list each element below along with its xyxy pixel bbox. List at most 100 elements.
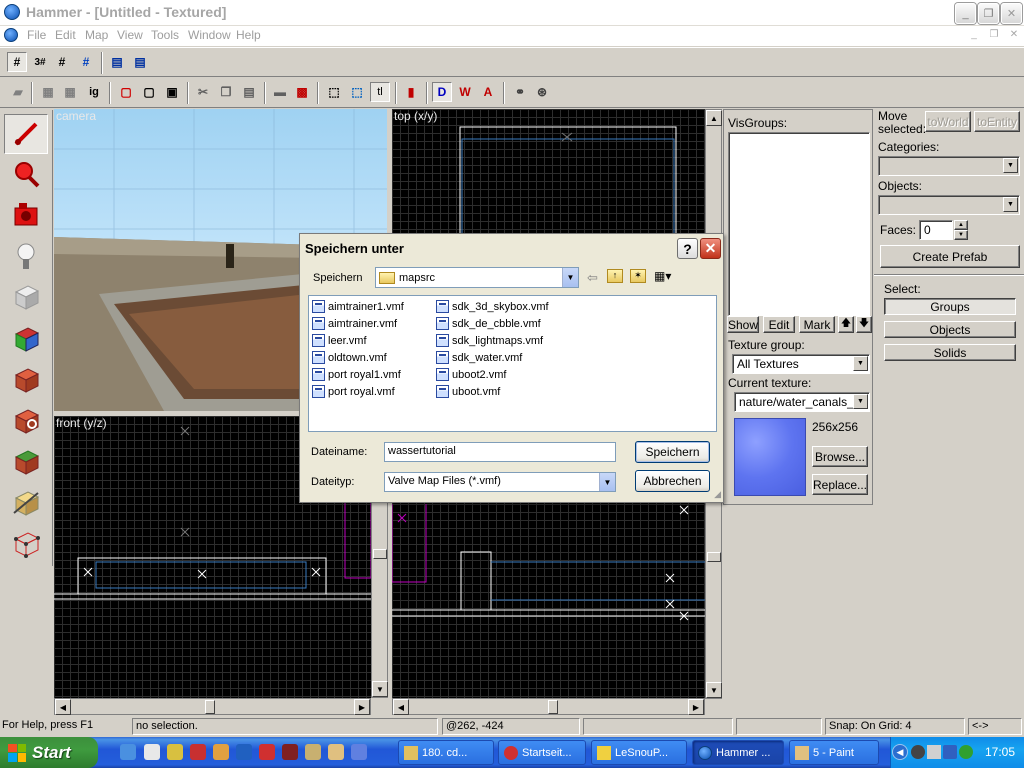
select-solids-button[interactable]: Solids: [884, 344, 1016, 361]
paint-quick-icon[interactable]: [305, 744, 321, 760]
mdi-close-icon[interactable]: ✕: [1006, 29, 1022, 43]
back-icon[interactable]: ⇦: [587, 270, 598, 286]
file-list[interactable]: aimtrainer1.vmf aimtrainer.vmf leer.vmf …: [308, 295, 717, 432]
faces-input[interactable]: 0: [919, 220, 953, 240]
carve-icon[interactable]: ▤: [107, 52, 127, 72]
select-groups-button[interactable]: Groups: [884, 298, 1016, 315]
select-box-icon[interactable]: ⬚: [324, 82, 344, 102]
document-icon[interactable]: [4, 28, 18, 42]
current-texture-select[interactable]: nature/water_canals_w ▼: [734, 392, 870, 412]
checkered-icon[interactable]: ▩: [292, 82, 312, 102]
list-item[interactable]: sdk_water.vmf: [436, 349, 549, 366]
list-item[interactable]: sdk_lightmaps.vmf: [436, 332, 549, 349]
icq-icon[interactable]: [959, 745, 973, 759]
list-item[interactable]: port royal.vmf: [312, 383, 404, 400]
visgroups-edit-button[interactable]: Edit: [763, 316, 795, 333]
restore-button[interactable]: ❐: [978, 3, 999, 24]
visgroups-list[interactable]: [728, 132, 870, 316]
group-selection-icon[interactable]: ▦: [38, 82, 58, 102]
list-item[interactable]: sdk_de_cbble.vmf: [436, 315, 549, 332]
menu-window[interactable]: Window: [188, 28, 231, 42]
texture-lock-toggle-icon[interactable]: tl: [370, 82, 390, 102]
move-up-icon[interactable]: 🡅: [838, 316, 854, 333]
ungroup-icon[interactable]: ▦: [60, 82, 80, 102]
opera-icon[interactable]: [190, 744, 206, 760]
clipping-tool-icon[interactable]: [4, 483, 48, 523]
chevron-down-icon[interactable]: ▼: [1003, 197, 1018, 212]
objects-select[interactable]: ▼: [878, 195, 1020, 215]
radial-icon[interactable]: ⊛: [532, 82, 552, 102]
scroll-down-icon[interactable]: ▼: [372, 681, 388, 697]
list-item[interactable]: port royal1.vmf: [312, 366, 404, 383]
chevron-down-icon[interactable]: ▼: [853, 394, 868, 409]
solid-draw-icon[interactable]: ▬: [270, 82, 290, 102]
start-button[interactable]: Start: [0, 737, 98, 768]
menu-edit[interactable]: Edit: [55, 28, 76, 42]
display-animation-icon[interactable]: A: [478, 82, 498, 102]
visgroups-mark-button[interactable]: Mark: [799, 316, 835, 333]
resize-grip-icon[interactable]: ◢: [714, 489, 721, 500]
select-by-handles-icon[interactable]: ⬚: [347, 82, 367, 102]
network-tray-icon[interactable]: [943, 745, 957, 759]
user-icon[interactable]: [328, 744, 344, 760]
snap-icon[interactable]: ▮: [401, 82, 421, 102]
vertex-tool-icon[interactable]: [4, 524, 48, 564]
close-button[interactable]: ✕: [1001, 3, 1022, 24]
3d-grid-icon[interactable]: 3#: [30, 52, 50, 72]
texture-preview[interactable]: [734, 418, 806, 496]
scroll-down-icon[interactable]: ▼: [706, 682, 722, 698]
filename-input[interactable]: wassertutorial: [384, 442, 616, 462]
tray-expand-icon[interactable]: ◀: [892, 744, 908, 760]
scroll-thumb[interactable]: [205, 700, 215, 714]
task-button-active[interactable]: Hammer ...: [692, 740, 784, 765]
scale-lock-icon[interactable]: ▢: [139, 82, 159, 102]
list-item[interactable]: oldtown.vmf: [312, 349, 404, 366]
scroll-right-icon[interactable]: ▶: [354, 699, 370, 715]
move-down-icon[interactable]: 🡇: [856, 316, 872, 333]
task-button[interactable]: 180. cd...: [398, 740, 494, 765]
grid-toggle-icon[interactable]: #: [7, 52, 27, 72]
save-in-select[interactable]: mapsrc ▼: [375, 267, 579, 288]
copy-icon[interactable]: ❐: [216, 82, 236, 102]
chevron-down-icon[interactable]: ▼: [599, 473, 615, 491]
minimize-button[interactable]: _: [955, 3, 976, 24]
to-entity-button[interactable]: toEntity: [974, 111, 1020, 132]
list-item[interactable]: aimtrainer1.vmf: [312, 298, 404, 315]
categories-select[interactable]: ▼: [878, 156, 1020, 176]
tools-icon[interactable]: [351, 744, 367, 760]
browse-button[interactable]: Browse...: [812, 446, 868, 467]
help-button[interactable]: ?: [677, 238, 698, 259]
dialog-close-button[interactable]: ✕: [700, 238, 721, 259]
up-folder-icon[interactable]: ↑: [607, 269, 623, 283]
replace-button[interactable]: Replace...: [812, 474, 868, 495]
task-button[interactable]: Startseit...: [498, 740, 586, 765]
visgroups-show-button[interactable]: Show: [727, 316, 759, 333]
mdi-minimize-icon[interactable]: _: [966, 29, 982, 43]
display-models-2d-icon[interactable]: D: [432, 82, 452, 102]
mdi-restore-icon[interactable]: ❐: [986, 29, 1002, 43]
menu-view[interactable]: View: [117, 28, 143, 42]
new-folder-icon[interactable]: ✶: [630, 269, 646, 283]
spin-up-icon[interactable]: ▲: [954, 220, 968, 230]
scroll-left-icon[interactable]: ◀: [393, 699, 409, 715]
texture-lock-icon[interactable]: ▢: [116, 82, 136, 102]
selection-tool-icon[interactable]: [4, 114, 48, 154]
scroll-thumb[interactable]: [373, 549, 387, 559]
group-icon[interactable]: ▤: [130, 52, 150, 72]
list-item[interactable]: aimtrainer.vmf: [312, 315, 404, 332]
chevron-down-icon[interactable]: ▼: [853, 356, 868, 371]
list-item[interactable]: sdk_3d_skybox.vmf: [436, 298, 549, 315]
pencil-icon[interactable]: [213, 744, 229, 760]
box-icon[interactable]: ▣: [162, 82, 182, 102]
scroll-thumb[interactable]: [707, 552, 721, 562]
ignore-groups-icon[interactable]: ig: [84, 82, 104, 102]
apply-texture-tool-icon[interactable]: [4, 360, 48, 400]
chevron-down-icon[interactable]: ▼: [1003, 158, 1018, 173]
save-button[interactable]: Speichern: [635, 441, 710, 463]
decal-tool-icon[interactable]: [4, 401, 48, 441]
monitor-icon[interactable]: [927, 745, 941, 759]
calculator-icon[interactable]: [144, 744, 160, 760]
list-item[interactable]: leer.vmf: [312, 332, 404, 349]
texture-group-select[interactable]: All Textures ▼: [732, 354, 870, 374]
block-tool-icon[interactable]: [4, 277, 48, 317]
